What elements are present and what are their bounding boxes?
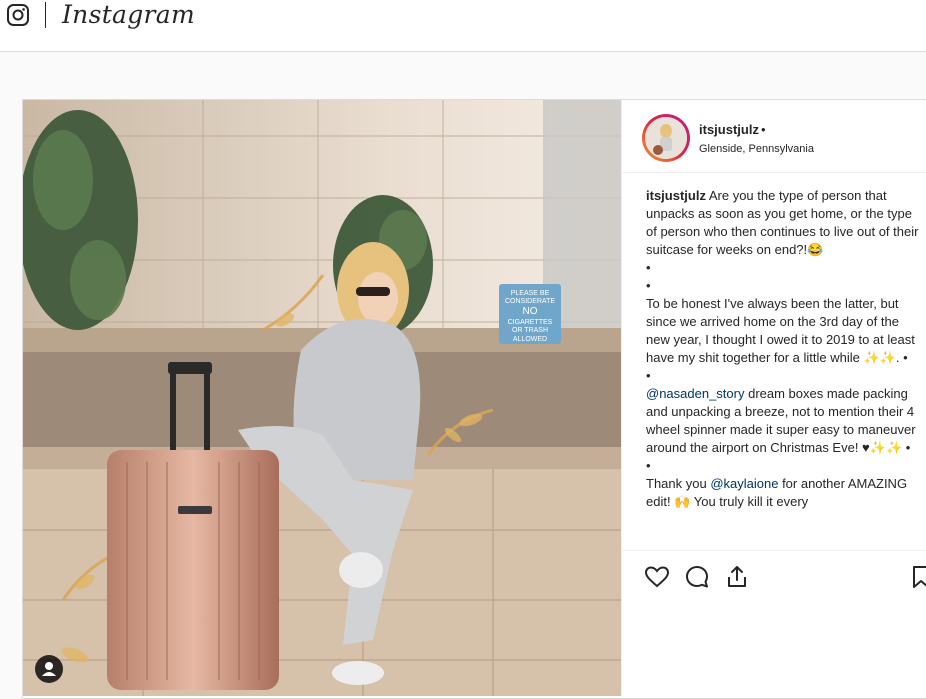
caption-line: To be honest I've always been the latter… xyxy=(646,296,915,365)
post-location[interactable]: Glenside, Pennsylvania xyxy=(699,143,814,155)
caption-text: itsjustjulz Are you the type of person t… xyxy=(646,187,924,550)
photo-illustration: PLEASE BE CONSIDERATE NO CIGARETTES OR T… xyxy=(23,100,621,696)
avatar xyxy=(645,117,687,159)
caption-line: • xyxy=(646,368,651,383)
sign-line-4: CIGARETTES xyxy=(508,319,553,326)
post-username[interactable]: itsjustjulz xyxy=(699,122,759,137)
caption-line: • xyxy=(646,278,651,293)
mention-link[interactable]: @nasaden_story xyxy=(646,386,744,401)
caption-username[interactable]: itsjustjulz xyxy=(646,188,706,203)
caption-paragraph: itsjustjulz Are you the type of person t… xyxy=(646,187,924,259)
avatar-story-ring[interactable] xyxy=(642,114,690,162)
comment-bubble-icon[interactable] xyxy=(684,564,710,590)
logo-divider xyxy=(45,2,46,28)
caption-thanks-line: Thank you @kaylaione for another AMAZING… xyxy=(646,475,924,511)
post-side-panel: itsjustjulz • Glenside, Pennsylvania its… xyxy=(621,100,926,696)
post-action-bar xyxy=(622,550,926,602)
sign-line-2: CONSIDERATE xyxy=(505,298,555,305)
caption-mention-line: @nasaden_story dream boxes made packing … xyxy=(646,385,924,457)
follow-dot: • xyxy=(761,122,766,137)
share-icon[interactable] xyxy=(724,564,750,590)
sign-line-5: OR TRASH xyxy=(512,327,548,334)
post-header: itsjustjulz • Glenside, Pennsylvania xyxy=(622,100,926,173)
caption-line: • xyxy=(646,260,651,275)
mention-link[interactable]: @kaylaione xyxy=(710,476,778,491)
sign-line-3: NO xyxy=(523,306,538,317)
user-tag-icon[interactable] xyxy=(35,655,63,683)
sign-line-6: ALLOWED xyxy=(513,336,547,343)
top-navigation-bar: Instagram xyxy=(0,0,926,52)
heart-icon[interactable] xyxy=(644,564,670,590)
instagram-glyph-icon[interactable] xyxy=(7,4,29,26)
caption-line: • xyxy=(646,458,651,473)
instagram-wordmark[interactable]: Instagram xyxy=(62,0,195,29)
sign-line-1: PLEASE BE xyxy=(511,290,550,297)
bookmark-icon[interactable] xyxy=(908,564,926,590)
post-card: PLEASE BE CONSIDERATE NO CIGARETTES OR T… xyxy=(22,99,926,699)
post-photo[interactable]: PLEASE BE CONSIDERATE NO CIGARETTES OR T… xyxy=(23,100,621,696)
caption-text-fragment: Thank you xyxy=(646,476,711,491)
